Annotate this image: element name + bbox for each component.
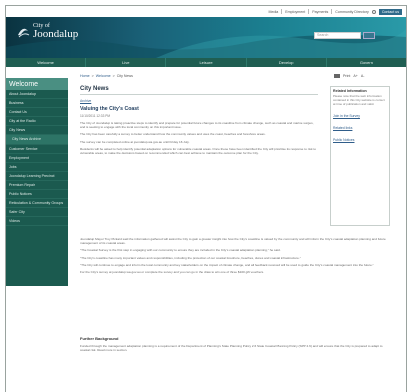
article-paragraph: Joondalup Mayor Troy Pickard said the in… [80,237,386,246]
main-content: Home > Welcome > City News City News Arc… [80,74,318,155]
article-continued: Joondalup Mayor Troy Pickard said the in… [80,234,392,274]
sidebar-item[interactable]: Reticulation & Community Groups [6,199,68,209]
sidebar-item[interactable]: Customer Service [6,145,68,154]
article-paragraph: The City of Joondalup is taking proactiv… [80,121,314,130]
sidebar-item[interactable]: Safer City [6,208,68,218]
nav-leisure[interactable]: Leisure [166,58,247,67]
header-banner: City of Joondalup Search [6,17,406,58]
text-smaller-button[interactable]: A- [361,74,365,78]
related-info-box: Related Information Please note that the… [330,86,390,226]
nav-govern[interactable]: Govern [327,58,406,67]
breadcrumb-current: City News [116,74,133,78]
city-crest-icon [18,28,30,37]
contact-us-button[interactable]: Contact us [378,8,402,15]
background-title: Further Background [80,336,119,341]
utility-link-media[interactable]: Media [268,10,278,14]
background-section: Further Background Funded through the ma… [80,336,392,352]
article-paragraph: The City has been carefully a survey to … [80,132,266,137]
article-title: Valuing the City's Coast [80,106,139,112]
nav-welcome[interactable]: Welcome [6,58,87,67]
article-quote: "The City's coastline has many important… [80,255,301,260]
article-quote: "The City will continue to engage and in… [80,262,374,267]
breadcrumb: Home > Welcome > City News [80,74,318,78]
sidebar-item[interactable]: City at the Radio [6,117,68,127]
infobox-link-related[interactable]: Related links [333,126,387,130]
sidebar-item[interactable]: About Joondalup [6,90,68,100]
page-title: City News [80,86,318,95]
article-paragraph: The survey can be completed online at jo… [80,139,190,144]
divider [281,9,283,14]
article-quote: "The Coastal Survey is the first step in… [80,248,281,253]
sidebar: Welcome About Joondalup Business Contact… [6,78,68,286]
infobox-link-survey[interactable]: Join in the Survey [333,114,387,118]
utility-link-employment[interactable]: Employment [285,10,305,14]
article-paragraph: For the City's survey at joondalup.wa.go… [80,270,265,275]
print-link[interactable]: Print [343,74,350,78]
nav-live[interactable]: Live [86,58,167,67]
page-tools: Print A+ A- [334,74,364,78]
sidebar-item[interactable]: Premium Repair [6,181,68,191]
main-nav: Welcome Live Leisure Develop Govern [6,58,406,67]
divider [308,9,310,14]
text-larger-button[interactable]: A+ [353,74,358,78]
sidebar-item-active[interactable]: City News Archive [6,135,68,145]
sidebar-item[interactable]: Public Notices [6,190,68,200]
infobox-link-notices[interactable]: Public Notices [333,138,387,142]
sidebar-item[interactable]: Videos [6,217,68,227]
search-button[interactable] [363,32,375,39]
background-text: Funded through the management adaptation… [80,344,383,353]
logo-text: City of Joondalup [33,23,78,40]
breadcrumb-welcome[interactable]: Welcome [96,74,111,78]
breadcrumb-separator: > [91,74,94,78]
archive-link[interactable]: Archive [80,99,318,103]
sidebar-item[interactable]: Business [6,99,68,109]
printer-icon[interactable] [334,74,340,78]
infobox-title: Related Information [333,89,367,93]
article-date: 11/10/2011 12:33 PM [80,114,111,118]
page: Media Employment Payments Community Dire… [5,5,407,392]
nav-develop[interactable]: Develop [247,58,327,67]
sidebar-item[interactable]: Employment [6,154,68,163]
infobox-text: Please note that the web information con… [333,94,385,106]
sidebar-item[interactable]: Contact Us [6,108,68,118]
breadcrumb-home[interactable]: Home [80,74,90,78]
sidebar-item[interactable]: City News [6,126,68,136]
sidebar-item[interactable]: Jobs [6,163,68,172]
search-input[interactable]: Search [314,32,361,39]
sidebar-heading: Welcome [6,78,68,90]
city-logo[interactable]: City of Joondalup [16,23,78,40]
utility-bar: Media Employment Payments Community Dire… [268,8,402,15]
article-paragraph: Residents will be asked to help identify… [80,146,316,156]
utility-link-directory[interactable]: Community Directory [335,10,369,14]
utility-link-payments[interactable]: Payments [312,10,328,14]
logo-big-text: Joondalup [33,28,79,40]
divider [331,9,333,14]
sidebar-item[interactable]: Joondalup Learning Precinct [6,172,68,181]
globe-icon[interactable] [371,9,376,14]
breadcrumb-separator: > [112,74,115,78]
